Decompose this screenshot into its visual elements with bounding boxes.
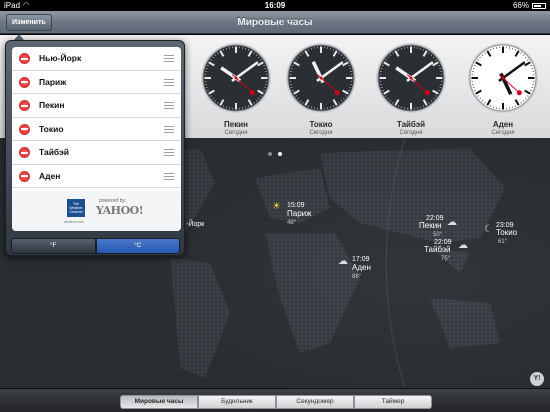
reorder-grip-icon[interactable] [164, 149, 174, 158]
marker-label: Тайбэй [424, 245, 451, 254]
yahoo-badge-icon[interactable]: Y! [530, 372, 544, 386]
list-item[interactable]: Париж [12, 70, 181, 94]
clock-beijing[interactable]: Пекин Сегодня [193, 35, 279, 138]
delete-minus-icon[interactable] [19, 123, 30, 135]
clock-tokyo[interactable]: Токио Сегодня [278, 35, 364, 138]
list-item[interactable]: Тайбэй [12, 141, 181, 165]
cloud-icon: ☁ [338, 256, 348, 267]
city-name: Тайбэй [39, 147, 69, 157]
reorder-grip-icon[interactable] [164, 102, 174, 111]
reorder-grip-icon[interactable] [164, 55, 174, 64]
powered-by-footer: The Weather Channel weather.com powered … [12, 191, 181, 231]
city-name: Пекин [39, 100, 65, 110]
page-title: Мировые часы [237, 17, 313, 28]
yahoo-logo: YAHOO! [96, 204, 144, 217]
edit-popover: Нью-Йорк Париж Пекин Токио Тайбэй Аден T… [5, 40, 185, 256]
sun-icon: ☀ [272, 201, 281, 212]
cloud-icon: ☁ [447, 217, 457, 228]
clock-city: Тайбэй [396, 120, 426, 129]
battery: 66% [513, 0, 546, 11]
fahrenheit-button[interactable]: °F [11, 238, 96, 254]
status-bar: iPad ◠ 16:09 66% [0, 0, 550, 11]
list-item[interactable]: Пекин [12, 94, 181, 118]
battery-percent: 66% [512, 1, 529, 10]
clock-city: Пекин [224, 120, 248, 129]
page-dot [268, 152, 272, 156]
marker-label: -Йорк [186, 221, 205, 228]
clock-taipei[interactable]: Тайбэй Сегодня [368, 35, 454, 138]
reorder-grip-icon[interactable] [164, 78, 174, 88]
tab-alarm[interactable]: Будильник [198, 395, 276, 409]
reorder-grip-icon[interactable] [164, 125, 174, 135]
marker-temp: 75° [441, 256, 451, 262]
weather-channel-logo: The Weather Channel [67, 199, 85, 217]
weather-channel-url: weather.com [64, 220, 84, 224]
map-marker-aden: ☁ 17:09 Аден 88° [338, 256, 371, 280]
list-item[interactable]: Нью-Йорк [12, 47, 181, 71]
tab-world-clock[interactable]: Мировые часы [120, 395, 198, 409]
delete-minus-icon[interactable] [19, 53, 30, 64]
marker-temp: 88° [352, 274, 362, 280]
page-dot-active [278, 152, 282, 156]
tab-stopwatch[interactable]: Секундомер [276, 395, 354, 409]
status-time: 16:09 [264, 1, 286, 10]
city-name: Аден [39, 170, 61, 181]
tab-timer[interactable]: Таймер [354, 395, 432, 409]
navigation-bar: Мировые часы Изменить [0, 11, 550, 34]
reorder-grip-icon[interactable] [164, 172, 174, 182]
clock-day: Сегодня [224, 130, 248, 136]
marker-label: Токио [496, 228, 518, 237]
battery-icon [532, 2, 546, 9]
delete-minus-icon[interactable] [19, 76, 30, 88]
moon-icon: ☾ [484, 224, 493, 235]
list-item[interactable]: Аден [12, 164, 181, 188]
clock-aden[interactable]: Аден Сегодня [460, 35, 546, 138]
delete-minus-icon[interactable] [19, 147, 30, 158]
edit-button[interactable]: Изменить [6, 14, 52, 31]
list-item[interactable]: Токио [12, 117, 181, 141]
marker-label: Аден [352, 263, 371, 272]
marker-label: Пекин [419, 221, 442, 230]
marker-temp: 48° [287, 220, 297, 226]
city-name: Париж [39, 76, 67, 87]
temperature-unit-toggle[interactable]: °F °C [11, 238, 180, 254]
clock-day: Сегодня [399, 130, 423, 136]
delete-minus-icon[interactable] [19, 170, 30, 182]
marker-temp: 61° [498, 239, 508, 245]
cloud-icon: ☁ [458, 240, 468, 251]
tab-bar: Мировые часы Будильник Секундомер Таймер [0, 388, 550, 412]
celsius-button[interactable]: °C [95, 238, 180, 254]
clock-day: Сегодня [309, 130, 333, 136]
map-marker-newyork: -Йорк [186, 221, 204, 229]
city-name: Токио [39, 123, 64, 134]
clock-city: Токио [309, 120, 333, 129]
marker-label: Париж [287, 209, 312, 218]
delete-minus-icon[interactable] [19, 100, 30, 111]
clock-day: Сегодня [491, 130, 515, 136]
marker-temp: 50° [433, 232, 443, 238]
city-list: Нью-Йорк Париж Пекин Токио Тайбэй Аден T… [12, 47, 181, 231]
clock-city: Аден [492, 120, 514, 129]
city-name: Нью-Йорк [39, 53, 82, 63]
map-marker-paris: ☀ 15:09 Париж 48° [272, 201, 311, 227]
tab-segment: Мировые часы Будильник Секундомер Таймер [120, 395, 432, 409]
